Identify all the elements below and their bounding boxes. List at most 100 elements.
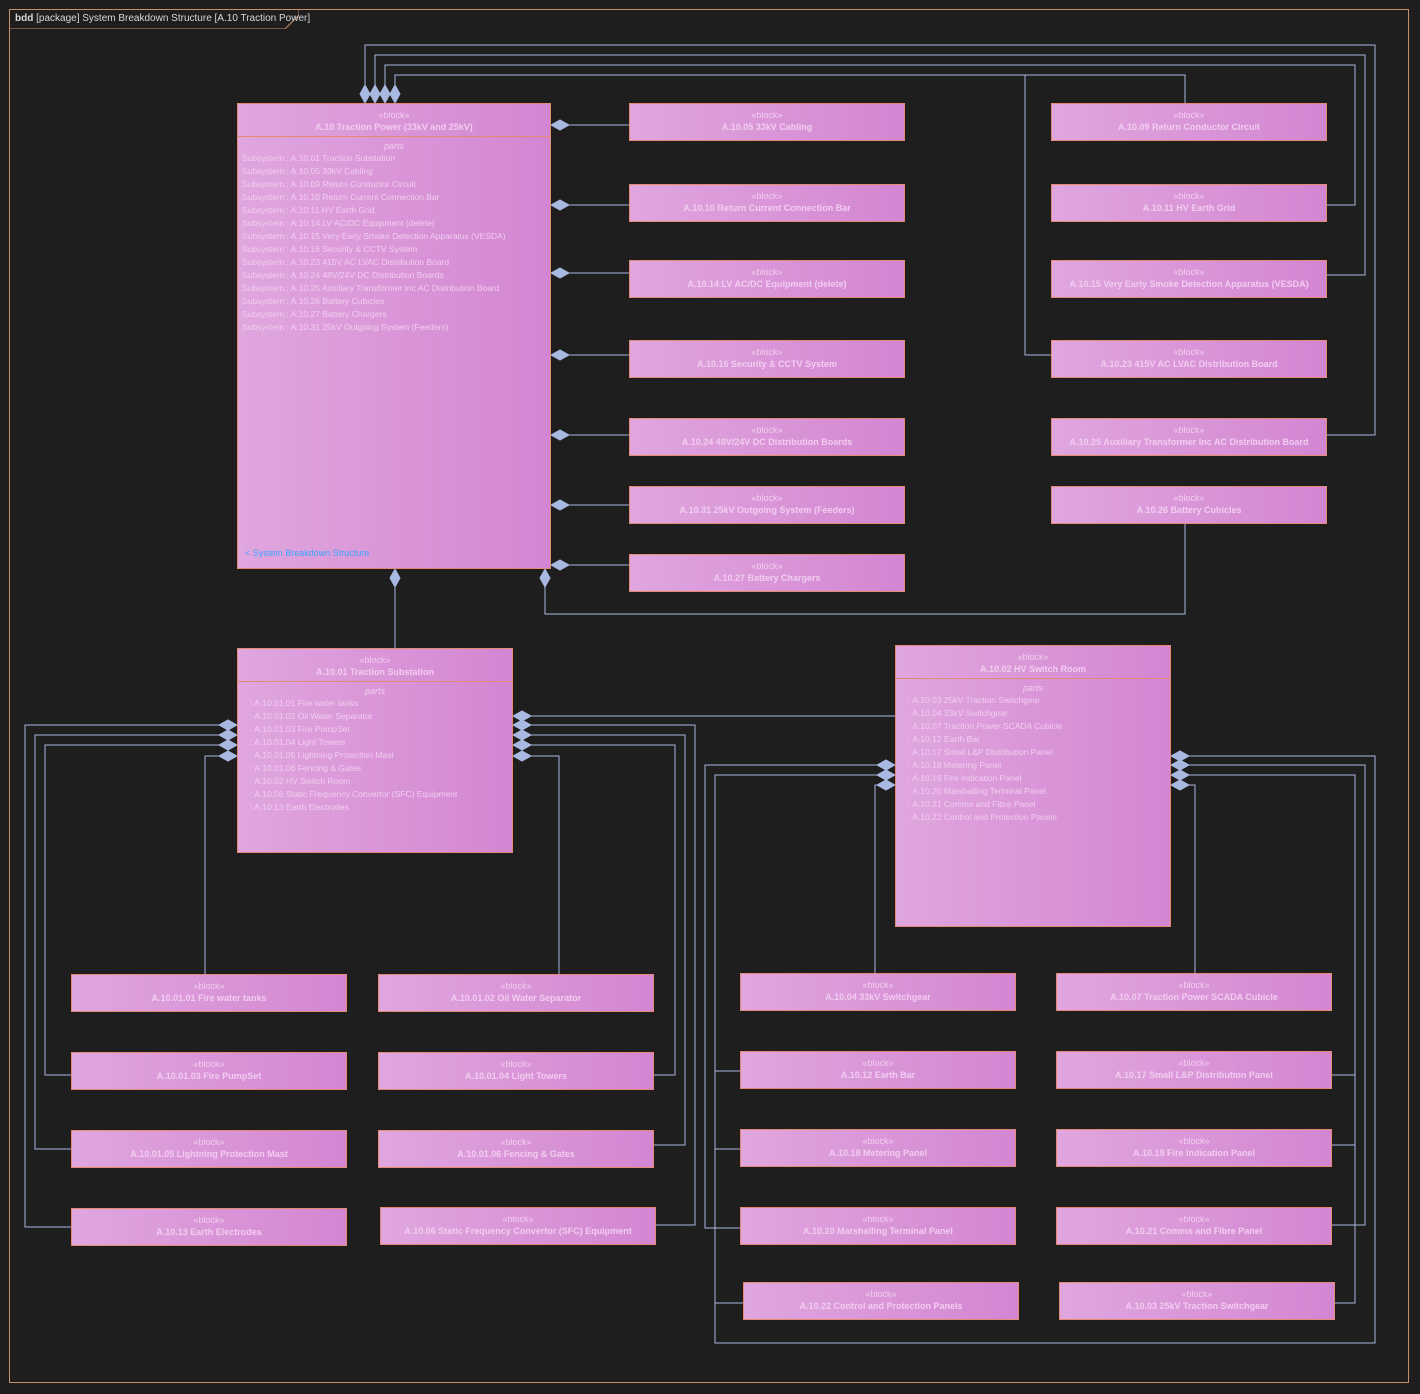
part-item: : A.10.02 HV Switch Room — [250, 776, 351, 786]
block-fencing-gates[interactable]: «block» A.10.01.06 Fencing & Gates — [378, 1130, 654, 1168]
block-name: A.10.18 Metering Panel — [828, 1148, 928, 1158]
part-item: Subsystem : A.10.23 415V AC LVAC Distrib… — [242, 257, 450, 267]
part-item: : A.10.13 Earth Electrodes — [250, 802, 349, 812]
block-sfc-equipment[interactable]: «block» A.10.06 Static Frequency Converto… — [380, 1207, 656, 1245]
block-name: A.10.17 Small L&P Distribution Panel — [1115, 1070, 1273, 1080]
block-name: A.10.13 Earth Electrodes — [156, 1227, 262, 1237]
block-name: A.10.01.03 Fire PumpSet — [156, 1071, 262, 1081]
stereotype-label: «block» — [1173, 191, 1205, 201]
stereotype-label: «block» — [751, 267, 783, 277]
block-33kv-cabling[interactable]: «block» A.10.05 33kV Cabling — [629, 103, 905, 141]
stereotype-label: «block» — [1178, 980, 1210, 990]
stereotype-label: «block» — [502, 1214, 534, 1224]
block-earth-bar[interactable]: «block» A.10.12 Earth Bar — [740, 1051, 1016, 1089]
stereotype-label: «block» — [1181, 1289, 1213, 1299]
part-item: : A.10.01.04 Light Towers — [250, 737, 346, 747]
block-battery-cubicles[interactable]: «block» A.10.26 Battery Cubicles — [1051, 486, 1327, 524]
block-fire-water-tanks[interactable]: «block» A.10.01.01 Fire water tanks — [71, 974, 347, 1012]
block-lv-ac-dc-equipment[interactable]: «block» A.10.14 LV AC/DC Equipment (delet… — [629, 260, 905, 298]
part-item: : A.10.01.05 Lightning Protection Mast — [250, 750, 394, 760]
part-item: Subsystem : A.10.27 Battery Chargers — [242, 309, 387, 319]
block-battery-chargers[interactable]: «block» A.10.27 Battery Chargers — [629, 554, 905, 592]
block-earth-electrodes[interactable]: «block» A.10.13 Earth Electrodes — [71, 1208, 347, 1246]
block-name: A.10.04 33kV Switchgear — [825, 992, 931, 1002]
part-item: Subsystem : A.10.24 48V/24V DC Distribut… — [242, 270, 444, 280]
block-hv-earth-grid[interactable]: «block» A.10.11 HV Earth Grid — [1051, 184, 1327, 222]
block-comms-fibre-panel[interactable]: «block» A.10.21 Comms and Fibre Panel — [1056, 1207, 1332, 1245]
stereotype-label: «block» — [1173, 267, 1205, 277]
block-name: A.10.07 Traction Power SCADA Cubicle — [1110, 992, 1278, 1002]
block-return-current-connection-bar[interactable]: «block» A.10.10 Return Current Connection… — [629, 184, 905, 222]
stereotype-label: «block» — [862, 1136, 894, 1146]
stereotype-label: «block» — [193, 1137, 225, 1147]
block-name: A.10.16 Security & CCTV System — [696, 359, 838, 369]
block-hv-switch-room[interactable]: «block» A.10.02 HV Switch Room parts : A… — [895, 645, 1171, 927]
stereotype-label: «block» — [500, 1059, 532, 1069]
part-item: Subsystem : A.10.09 Return Conductor Cir… — [242, 179, 416, 189]
block-scada-cubicle[interactable]: «block» A.10.07 Traction Power SCADA Cubi… — [1056, 973, 1332, 1011]
block-name: A.10.10 Return Current Connection Bar — [683, 203, 851, 213]
frame-title-text: [package] System Breakdown Structure [A.… — [36, 13, 311, 24]
block-name: A.10.01.06 Fencing & Gates — [457, 1149, 575, 1159]
block-small-lp-panel[interactable]: «block» A.10.17 Small L&P Distribution Pa… — [1056, 1051, 1332, 1089]
stereotype-label: «block» — [865, 1289, 897, 1299]
stereotype-label: «block» — [751, 561, 783, 571]
block-header: «block» A.10 Traction Power (33kV and 25… — [238, 110, 550, 137]
block-name: A.10.24 48V/24V DC Distribution Boards — [681, 437, 853, 447]
block-control-protection-panels[interactable]: «block» A.10.22 Control and Protection Pa… — [743, 1282, 1019, 1320]
parts-list: : A.10.01.01 Fire water tanks: A.10.01.0… — [238, 697, 512, 814]
stereotype-label: «block» — [500, 981, 532, 991]
stereotype-label: «block» — [751, 191, 783, 201]
stereotype-label: «block» — [1178, 1214, 1210, 1224]
block-name: A.10.22 Control and Protection Panels — [799, 1301, 963, 1311]
block-name: A.10.01.05 Lightning Protection Mast — [130, 1149, 288, 1159]
part-item: Subsystem : A.10.16 Security & CCTV Syst… — [242, 244, 418, 254]
parts-list: Subsystem : A.10.01 Traction Substation S… — [238, 152, 550, 334]
block-48v-24v-dc-boards[interactable]: «block» A.10.24 48V/24V DC Distribution B… — [629, 418, 905, 456]
block-name: A.10.02 HV Switch Room — [979, 664, 1087, 674]
block-name: A.10.31 25kV Outgoing System (Feeders) — [679, 505, 855, 515]
breakdown-link[interactable]: < System Breakdown Structure — [245, 548, 369, 558]
block-security-cctv[interactable]: «block» A.10.16 Security & CCTV System — [629, 340, 905, 378]
block-name: A.10.21 Comms and Fibre Panel — [1125, 1226, 1263, 1236]
block-name: A.10.01.02 Oil Water Separator — [450, 993, 582, 1003]
block-metering-panel[interactable]: «block» A.10.18 Metering Panel — [740, 1129, 1016, 1167]
block-marshalling-terminal-panel[interactable]: «block» A.10.20 Marshalling Terminal Pane… — [740, 1207, 1016, 1245]
block-light-towers[interactable]: «block» A.10.01.04 Light Towers — [378, 1052, 654, 1090]
part-item: Subsystem : A.10.11 HV Earth Grid — [242, 205, 375, 215]
block-25kv-traction-switchgear[interactable]: «block» A.10.03 25kV Traction Switchgear — [1059, 1282, 1335, 1320]
stereotype-label: «block» — [1173, 493, 1205, 503]
block-name: A.10.09 Return Conductor Circuit — [1117, 122, 1261, 132]
part-item: Subsystem : A.10.10 Return Current Conne… — [242, 192, 440, 202]
block-vesda[interactable]: «block» A.10.15 Very Early Smoke Detectio… — [1051, 260, 1327, 298]
parts-section-label: parts — [1022, 683, 1043, 693]
parts-list: : A.10.03 25kV Traction Switchgear : A.10… — [896, 694, 1170, 824]
part-item: Subsystem : A.10.01 Traction Substation — [242, 153, 396, 163]
block-traction-power[interactable]: «block» A.10 Traction Power (33kV and 25… — [237, 103, 551, 569]
block-name: A.10.26 Battery Cubicles — [1136, 505, 1242, 515]
part-item: Subsystem : A.10.26 Battery Cubicles — [242, 296, 385, 306]
parts-section-label: parts — [364, 686, 385, 696]
block-lightning-protection-mast[interactable]: «block» A.10.01.05 Lightning Protection M… — [71, 1130, 347, 1168]
stereotype-label: «block» — [751, 493, 783, 503]
block-fire-indication-panel[interactable]: «block» A.10.19 Fire Indication Panel — [1056, 1129, 1332, 1167]
block-25kv-outgoing-system[interactable]: «block» A.10.31 25kV Outgoing System (Fee… — [629, 486, 905, 524]
part-item: : A.10.03 25kV Traction Switchgear — [908, 695, 1041, 705]
block-name: A.10.01.01 Fire water tanks — [151, 993, 267, 1003]
block-auxiliary-transformer[interactable]: «block» A.10.25 Auxiliary Transformer Inc… — [1051, 418, 1327, 456]
block-fire-pumpset[interactable]: «block» A.10.01.03 Fire PumpSet — [71, 1052, 347, 1090]
stereotype-label: «block» — [359, 655, 391, 665]
part-item: : A.10.01.02 Oil Water Separator — [250, 711, 373, 721]
part-item: : A.10.21 Comms and Fibre Panel — [908, 799, 1036, 809]
stereotype-label: «block» — [1173, 110, 1205, 120]
part-item: Subsystem : A.10.31 25kV Outgoing System… — [242, 322, 449, 332]
part-item: Subsystem : A.10.05 33kV Cabling — [242, 166, 373, 176]
stereotype-label: «block» — [1178, 1136, 1210, 1146]
block-33kv-switchgear[interactable]: «block» A.10.04 33kV Switchgear — [740, 973, 1016, 1011]
block-oil-water-separator[interactable]: «block» A.10.01.02 Oil Water Separator — [378, 974, 654, 1012]
block-name: A.10.05 33kV Cabling — [721, 122, 813, 132]
block-return-conductor-circuit[interactable]: «block» A.10.09 Return Conductor Circuit — [1051, 103, 1327, 141]
block-415v-lvac-board[interactable]: «block» A.10.23 415V AC LVAC Distribution… — [1051, 340, 1327, 378]
block-traction-substation[interactable]: «block» A.10.01 Traction Substation part… — [237, 648, 513, 853]
stereotype-label: «block» — [1173, 425, 1205, 435]
